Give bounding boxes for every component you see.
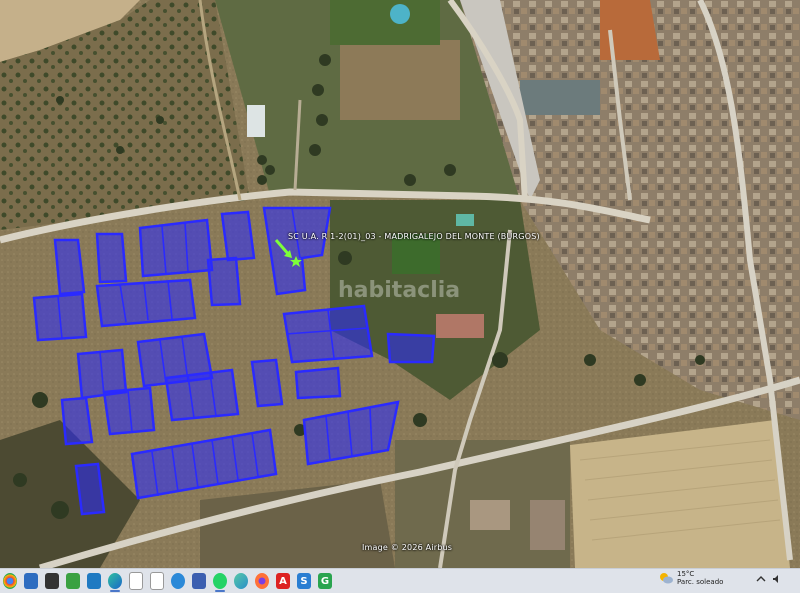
taskbar-item[interactable] [147,570,167,592]
parcel [74,462,106,516]
app-s-icon: S [297,573,311,589]
photos-icon [87,573,101,589]
file-icon [129,572,143,590]
parcel [220,210,256,262]
taskbar-item[interactable] [84,570,104,592]
video-icon [150,572,164,590]
taskbar-item[interactable] [63,570,83,592]
taskbar-item[interactable] [42,570,62,592]
parcel [164,368,240,422]
taskbar-item[interactable]: S [294,570,314,592]
parcel-label: SC U.A. R 1-2(01)_03 - MADRIGALEJO DEL M… [288,232,540,241]
pdf-icon: A [276,573,290,589]
edge-alt-icon [234,573,248,589]
weather-temperature: 15°C [677,570,695,578]
taskbar-item[interactable]: G [315,570,335,592]
save-icon [192,573,206,589]
taskbar-item[interactable] [210,570,230,592]
task-view-icon [45,573,59,589]
edge-icon [108,573,122,589]
parcel [206,256,242,307]
taskbar-item[interactable] [168,570,188,592]
taskbar-item[interactable] [105,570,125,592]
taskbar-item[interactable] [252,570,272,592]
chrome-icon [3,573,17,589]
volume-icon[interactable] [772,574,782,584]
network-icon [66,573,80,589]
app-g-icon: G [318,573,332,589]
desktop-icon [24,573,38,589]
taskbar-item[interactable] [231,570,251,592]
parcel [386,332,436,364]
imagery-attribution: Image © 2026 Airbus [362,543,453,552]
parcel [250,358,284,408]
taskbar-item[interactable] [21,570,41,592]
parcel [60,396,94,446]
weather-condition: Parc. soleado [677,578,724,586]
system-tray[interactable] [756,574,782,584]
chevron-up-icon[interactable] [756,574,766,584]
parcel [294,366,342,400]
taskbar-item[interactable]: A [273,570,293,592]
satellite-map[interactable]: SC U.A. R 1-2(01)_03 - MADRIGALEJO DEL M… [0,0,800,568]
weather-widget[interactable]: 15°C Parc. soleado [658,570,723,586]
taskbar-item[interactable] [0,570,20,592]
maps-icon [171,573,185,589]
whatsapp-icon [213,573,227,589]
parcel [138,218,214,278]
taskbar-item[interactable] [126,570,146,592]
parcel [53,238,86,296]
watermark-logo: habitaclia [338,278,461,303]
taskbar-item[interactable] [189,570,209,592]
sun-cloud-icon [660,573,673,584]
firefox-icon [255,573,269,589]
parcel [95,232,128,284]
